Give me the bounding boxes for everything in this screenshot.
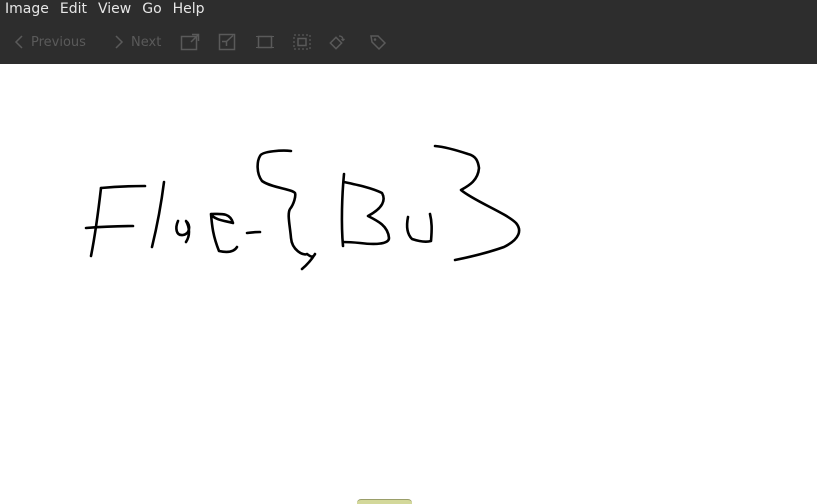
shrink-icon [218,33,238,51]
tag-icon [368,33,388,51]
menu-image[interactable]: Image [0,2,55,16]
handwritten-flag-image [84,144,521,271]
toolbar: Previous Next [0,28,817,56]
menu-bar: Image Edit View Go Help [0,0,211,18]
zoom-fill-button[interactable] [291,31,313,53]
menu-help[interactable]: Help [168,2,211,16]
next-button[interactable]: Next [114,28,161,56]
fit-to-window-button[interactable] [254,31,276,53]
tag-button[interactable] [367,31,389,53]
previous-button[interactable]: Previous [14,28,86,56]
menu-go[interactable]: Go [137,2,167,16]
menu-view[interactable]: View [93,2,137,16]
zoom-fill-icon [292,33,312,51]
shrink-button[interactable] [217,31,239,53]
rotate-button[interactable] [326,31,348,53]
header-bar: Image Edit View Go Help Previous Next [0,0,817,64]
image-viewer-window: Image Edit View Go Help Previous Next [0,0,817,504]
fit-to-window-icon [255,33,275,51]
bottom-panel-handle[interactable] [357,499,412,504]
expand-icon [180,33,200,51]
rotate-icon [327,33,347,51]
chevron-right-icon [114,35,124,49]
previous-label: Previous [31,34,86,50]
image-canvas [0,64,817,504]
next-label: Next [131,34,162,50]
expand-button[interactable] [179,31,201,53]
chevron-left-icon [14,35,24,49]
menu-edit[interactable]: Edit [55,2,93,16]
